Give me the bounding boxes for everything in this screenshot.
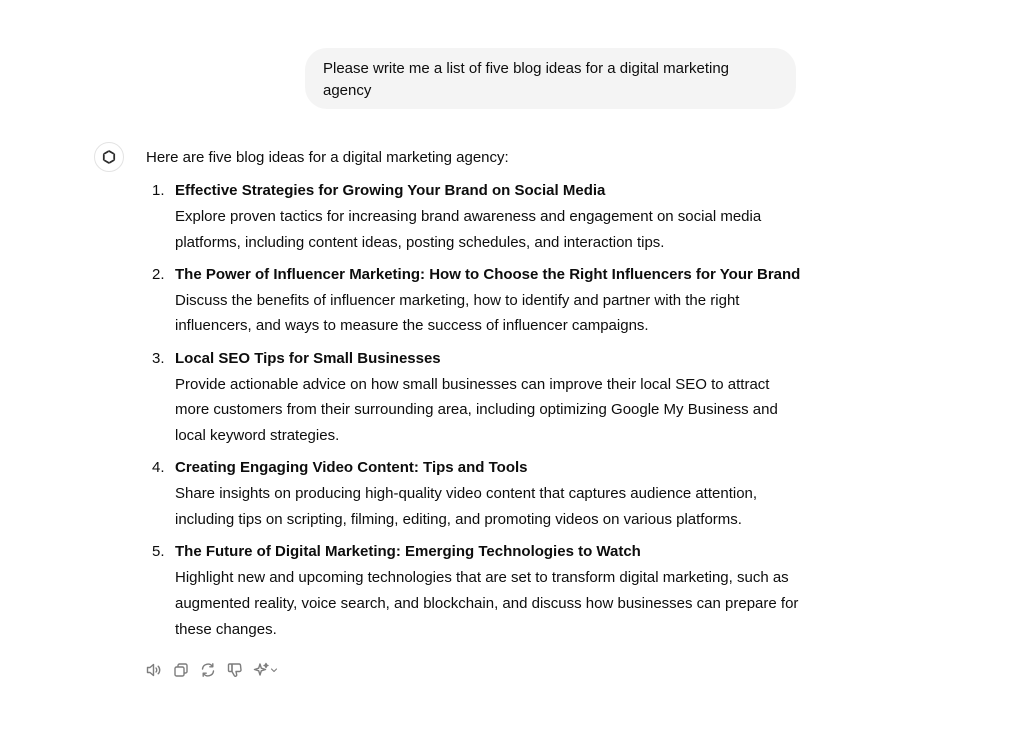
copy-button[interactable] (172, 660, 190, 680)
list-item: 1. Effective Strategies for Growing Your… (146, 178, 806, 255)
idea-description: Explore proven tactics for increasing br… (175, 207, 762, 251)
user-message-text: Please write me a list of five blog idea… (323, 60, 730, 99)
model-switch-button[interactable] (253, 660, 281, 680)
list-item: 4. Creating Engaging Video Content: Tips… (146, 455, 806, 532)
thumbs-down-icon (227, 663, 242, 677)
list-item: 5. The Future of Digital Marketing: Emer… (146, 539, 806, 642)
user-message-bubble: Please write me a list of five blog idea… (305, 48, 796, 109)
list-number: 3. (152, 349, 165, 367)
idea-title: Creating Engaging Video Content: Tips an… (175, 459, 528, 477)
assistant-avatar (94, 142, 124, 172)
message-actions-toolbar (145, 659, 281, 681)
assistant-message: Here are five blog ideas for a digital m… (146, 146, 806, 649)
read-aloud-icon (146, 663, 161, 677)
idea-title: The Future of Digital Marketing: Emergin… (175, 543, 641, 561)
list-number: 1. (152, 182, 165, 199)
read-aloud-button[interactable] (145, 660, 163, 680)
idea-title: Local SEO Tips for Small Businesses (175, 349, 441, 367)
idea-description: Highlight new and upcoming technologies … (175, 569, 799, 638)
idea-title: Effective Strategies for Growing Your Br… (175, 182, 606, 199)
model-switch-icon (253, 662, 278, 676)
list-number: 4. (152, 459, 165, 477)
list-item: 3. Local SEO Tips for Small Businesses P… (146, 346, 806, 449)
list-number: 5. (152, 543, 165, 561)
idea-description: Provide actionable advice on how small b… (175, 375, 778, 445)
copy-icon (174, 663, 188, 677)
list-number: 2. (152, 265, 165, 283)
list-item: 2. The Power of Influencer Marketing: Ho… (146, 262, 806, 339)
assistant-intro: Here are five blog ideas for a digital m… (146, 149, 509, 166)
idea-description: Share insights on producing high-quality… (175, 485, 758, 529)
thumbs-down-button[interactable] (226, 660, 244, 680)
idea-title: The Power of Influencer Marketing: How t… (175, 265, 801, 283)
regenerate-button[interactable] (199, 660, 217, 680)
idea-description: Discuss the benefits of influencer marke… (175, 291, 740, 335)
openai-logo-icon (102, 150, 116, 164)
blog-ideas-list: 1. Effective Strategies for Growing Your… (146, 178, 806, 643)
regenerate-icon (201, 663, 215, 677)
